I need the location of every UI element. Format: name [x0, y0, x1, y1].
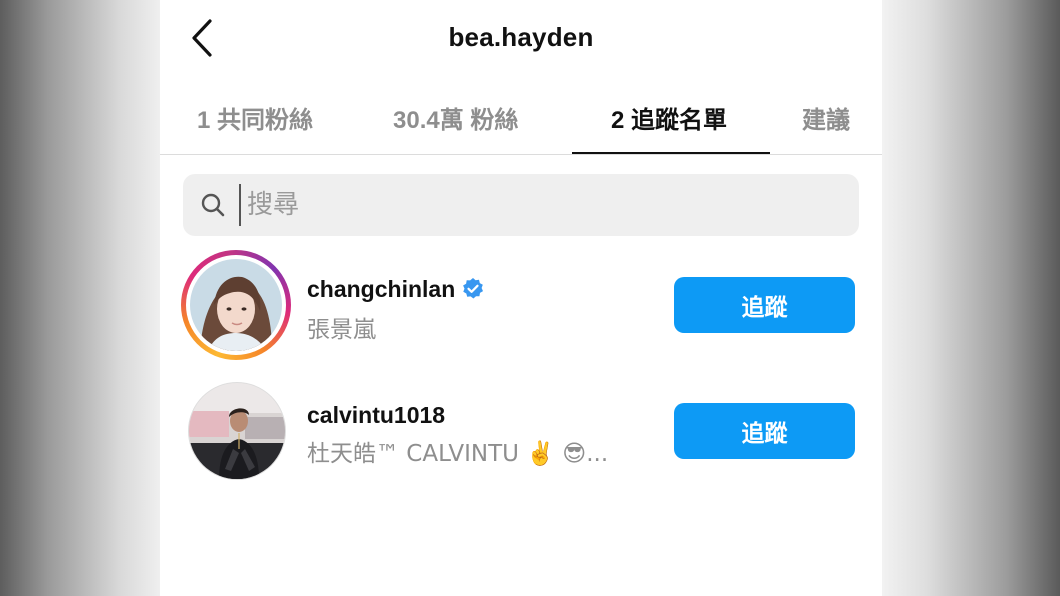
tab-followers[interactable]: 30.4萬 粉絲 — [393, 100, 518, 135]
profile-photo-image — [190, 259, 282, 351]
follow-button[interactable]: 追蹤 — [674, 403, 855, 459]
search-bar[interactable] — [183, 174, 859, 236]
full-name: 張景嵐 — [307, 317, 376, 343]
follow-button[interactable]: 追蹤 — [674, 277, 855, 333]
avatar — [190, 259, 282, 351]
background-blur-left — [0, 0, 160, 596]
tab-following[interactable]: 2 追蹤名單 — [611, 100, 727, 135]
page-title: bea.hayden — [448, 22, 594, 52]
tab-bar: 1 共同粉絲 30.4萬 粉絲 2 追蹤名單 建議 — [160, 80, 882, 155]
story-ring[interactable] — [181, 250, 291, 360]
search-input[interactable] — [239, 184, 847, 226]
profile-photo-image — [189, 383, 285, 479]
active-tab-indicator — [572, 152, 770, 154]
list-item[interactable]: calvintu1018 杜天皓™ CALVINTU ✌️ 😎... 追蹤 — [160, 382, 882, 482]
tab-suggested[interactable]: 建議 — [802, 100, 850, 135]
username[interactable]: changchinlan — [307, 276, 485, 303]
full-name: 杜天皓™ CALVINTU ✌️ 😎... — [307, 441, 609, 467]
following-screen: bea.hayden 1 共同粉絲 30.4萬 粉絲 2 追蹤名單 建議 搜尋 … — [160, 0, 882, 596]
verified-badge-icon — [463, 278, 484, 299]
tab-mutual-followers[interactable]: 1 共同粉絲 — [197, 100, 313, 135]
list-item[interactable]: changchinlan 張景嵐 追蹤 — [160, 250, 882, 360]
background-blur-right — [882, 0, 1060, 596]
username[interactable]: calvintu1018 — [307, 402, 445, 429]
avatar[interactable] — [188, 382, 286, 480]
search-icon — [201, 193, 225, 217]
